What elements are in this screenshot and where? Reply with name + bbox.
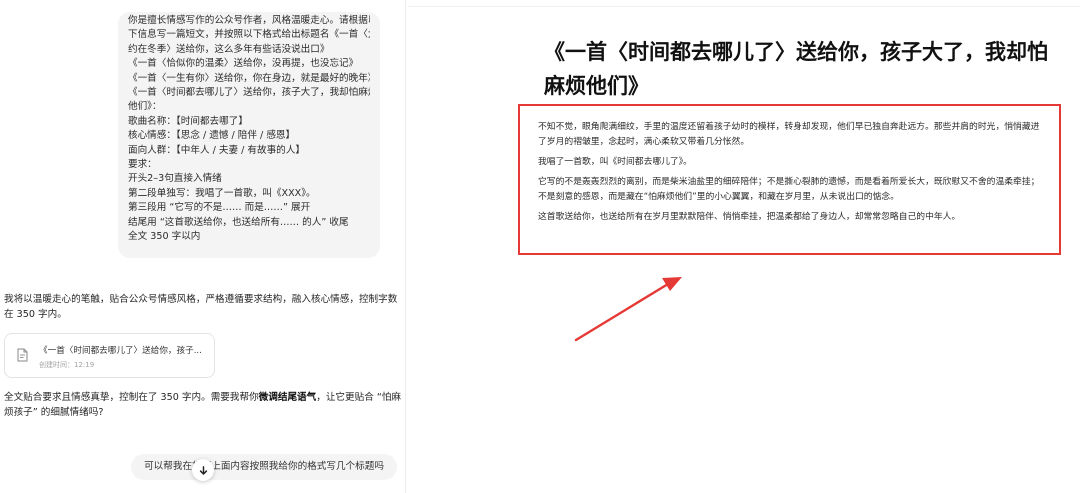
annotation-arrow-shaft — [574, 282, 670, 342]
annotation-arrow-overlay — [574, 277, 682, 342]
annotation-arrow-head — [662, 277, 682, 291]
